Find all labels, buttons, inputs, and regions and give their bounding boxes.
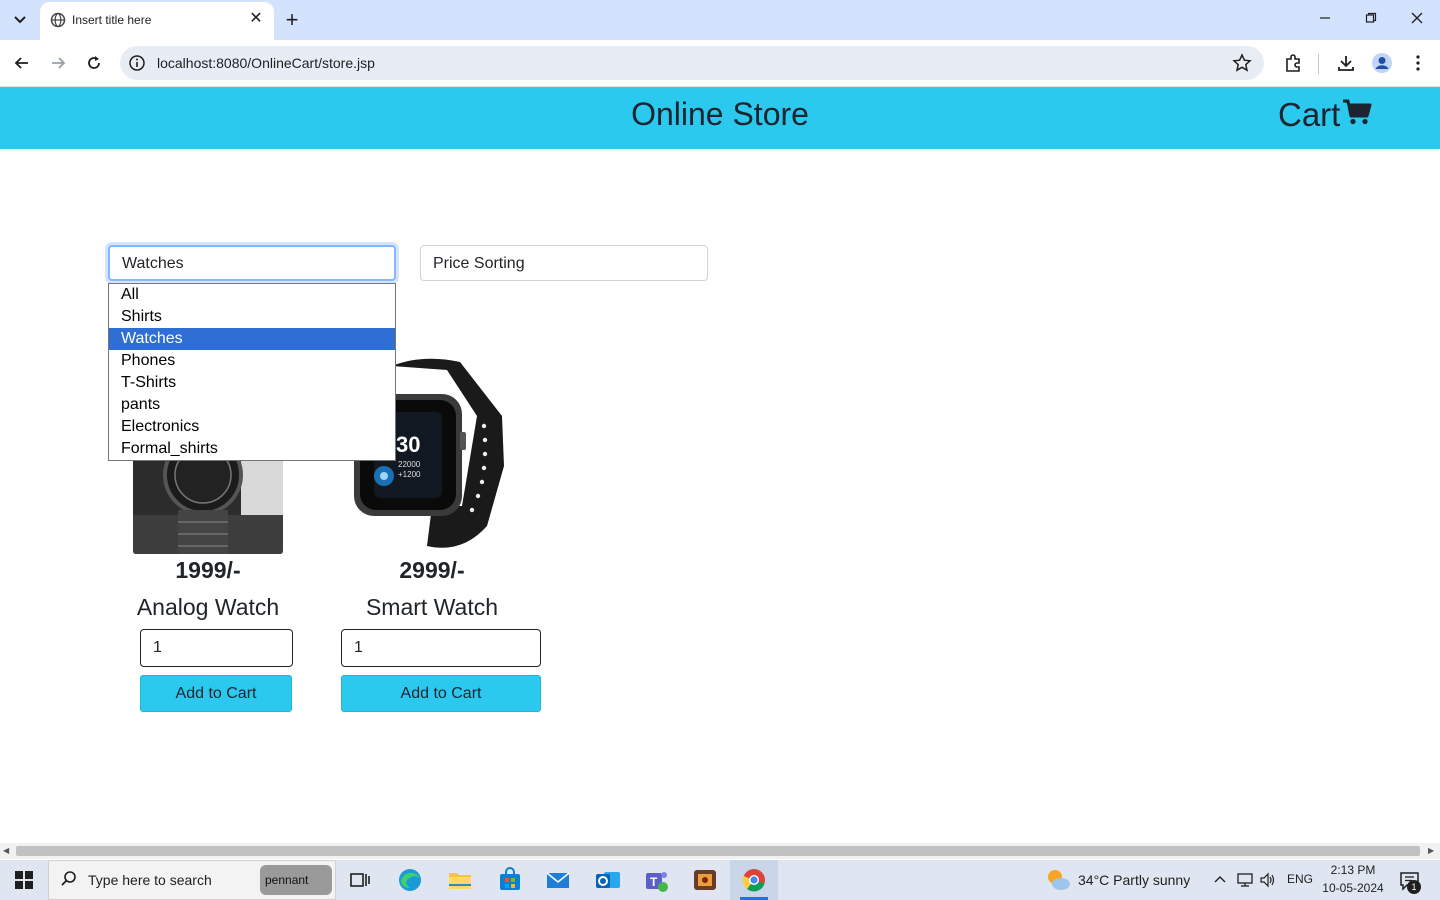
app-icon[interactable] — [691, 866, 719, 894]
weather-sun-cloud-icon[interactable] — [1044, 866, 1072, 894]
scrollbar-thumb[interactable] — [16, 846, 1420, 856]
toolbar-divider — [1318, 54, 1319, 74]
close-tab-icon[interactable]: ✕ — [248, 11, 264, 27]
option-electronics[interactable]: Electronics — [109, 416, 395, 438]
windows-start-icon[interactable] — [0, 860, 48, 900]
minimize-icon[interactable] — [1315, 10, 1335, 30]
price-sorting-select[interactable]: Price Sorting — [420, 245, 708, 281]
tab-title: Insert title here — [72, 13, 152, 27]
edge-browser-icon[interactable] — [396, 866, 424, 894]
site-title: Online Store — [631, 96, 809, 132]
category-select[interactable]: Watches — [108, 245, 396, 281]
network-icon[interactable] — [1236, 871, 1254, 889]
bookmark-star-icon[interactable] — [1232, 53, 1252, 73]
pennant-widget[interactable]: pennant — [260, 865, 332, 895]
teams-icon[interactable]: T — [642, 866, 670, 894]
option-phones[interactable]: Phones — [109, 350, 395, 372]
svg-text:T: T — [650, 875, 658, 889]
option-shirts[interactable]: Shirts — [109, 306, 395, 328]
search-placeholder: Type here to search — [88, 872, 212, 888]
option-formal-shirts[interactable]: Formal_shirts — [109, 438, 395, 460]
restore-icon[interactable] — [1361, 10, 1381, 30]
url-text[interactable]: localhost:8080/OnlineCart/store.jsp — [157, 55, 375, 71]
extensions-icon[interactable] — [1281, 51, 1305, 75]
outlook-icon[interactable] — [594, 866, 622, 894]
mail-icon[interactable] — [544, 866, 572, 894]
file-explorer-icon[interactable] — [446, 866, 474, 894]
chrome-icon[interactable] — [740, 866, 768, 894]
scroll-left-icon[interactable]: ◀ — [3, 846, 13, 856]
cart-link[interactable]: Cart — [1278, 96, 1372, 134]
microsoft-store-icon[interactable] — [496, 866, 524, 894]
quantity-input[interactable]: 1 — [341, 629, 541, 667]
svg-text:+1200: +1200 — [398, 470, 421, 479]
task-view-icon[interactable] — [346, 866, 374, 894]
svg-text:30: 30 — [396, 432, 420, 457]
reload-icon[interactable] — [82, 51, 106, 75]
site-info-icon[interactable] — [128, 54, 146, 72]
product-name: Smart Watch — [365, 594, 499, 620]
new-tab-icon[interactable]: + — [282, 9, 302, 31]
product-name: Analog Watch — [136, 594, 280, 620]
svg-text:22000: 22000 — [398, 460, 421, 469]
tab-search-icon[interactable] — [8, 6, 32, 34]
product-price: 1999/- — [175, 557, 241, 583]
shopping-cart-icon — [1342, 96, 1372, 134]
option-t-shirts[interactable]: T-Shirts — [109, 372, 395, 394]
forward-icon[interactable] — [46, 51, 70, 75]
option-all[interactable]: All — [109, 284, 395, 306]
downloads-icon[interactable] — [1334, 51, 1358, 75]
chevron-up-icon[interactable] — [1212, 871, 1228, 887]
clock-time[interactable]: 2:13 PM — [1326, 863, 1380, 877]
globe-icon — [50, 12, 66, 28]
quantity-input[interactable]: 1 — [140, 629, 293, 667]
more-menu-icon[interactable] — [1406, 51, 1430, 75]
search-icon — [60, 870, 78, 888]
back-icon[interactable] — [10, 51, 34, 75]
language-indicator[interactable]: ENG — [1287, 872, 1313, 886]
close-window-icon[interactable] — [1407, 10, 1427, 30]
add-to-cart-button[interactable]: Add to Cart — [140, 675, 292, 712]
profile-avatar-icon[interactable] — [1370, 51, 1394, 75]
option-pants[interactable]: pants — [109, 394, 395, 416]
weather-text[interactable]: 34°C Partly sunny — [1078, 872, 1190, 888]
clock-date[interactable]: 10-05-2024 — [1322, 881, 1384, 895]
scroll-right-icon[interactable]: ▶ — [1428, 846, 1438, 856]
category-dropdown-list: All Shirts Watches Phones T-Shirts pants… — [108, 283, 396, 461]
notification-count-badge: 1 — [1407, 880, 1421, 894]
product-price: 2999/- — [399, 557, 465, 583]
volume-icon[interactable] — [1259, 871, 1277, 889]
cart-label: Cart — [1278, 96, 1341, 133]
add-to-cart-button[interactable]: Add to Cart — [341, 675, 541, 712]
option-watches[interactable]: Watches — [109, 328, 395, 350]
